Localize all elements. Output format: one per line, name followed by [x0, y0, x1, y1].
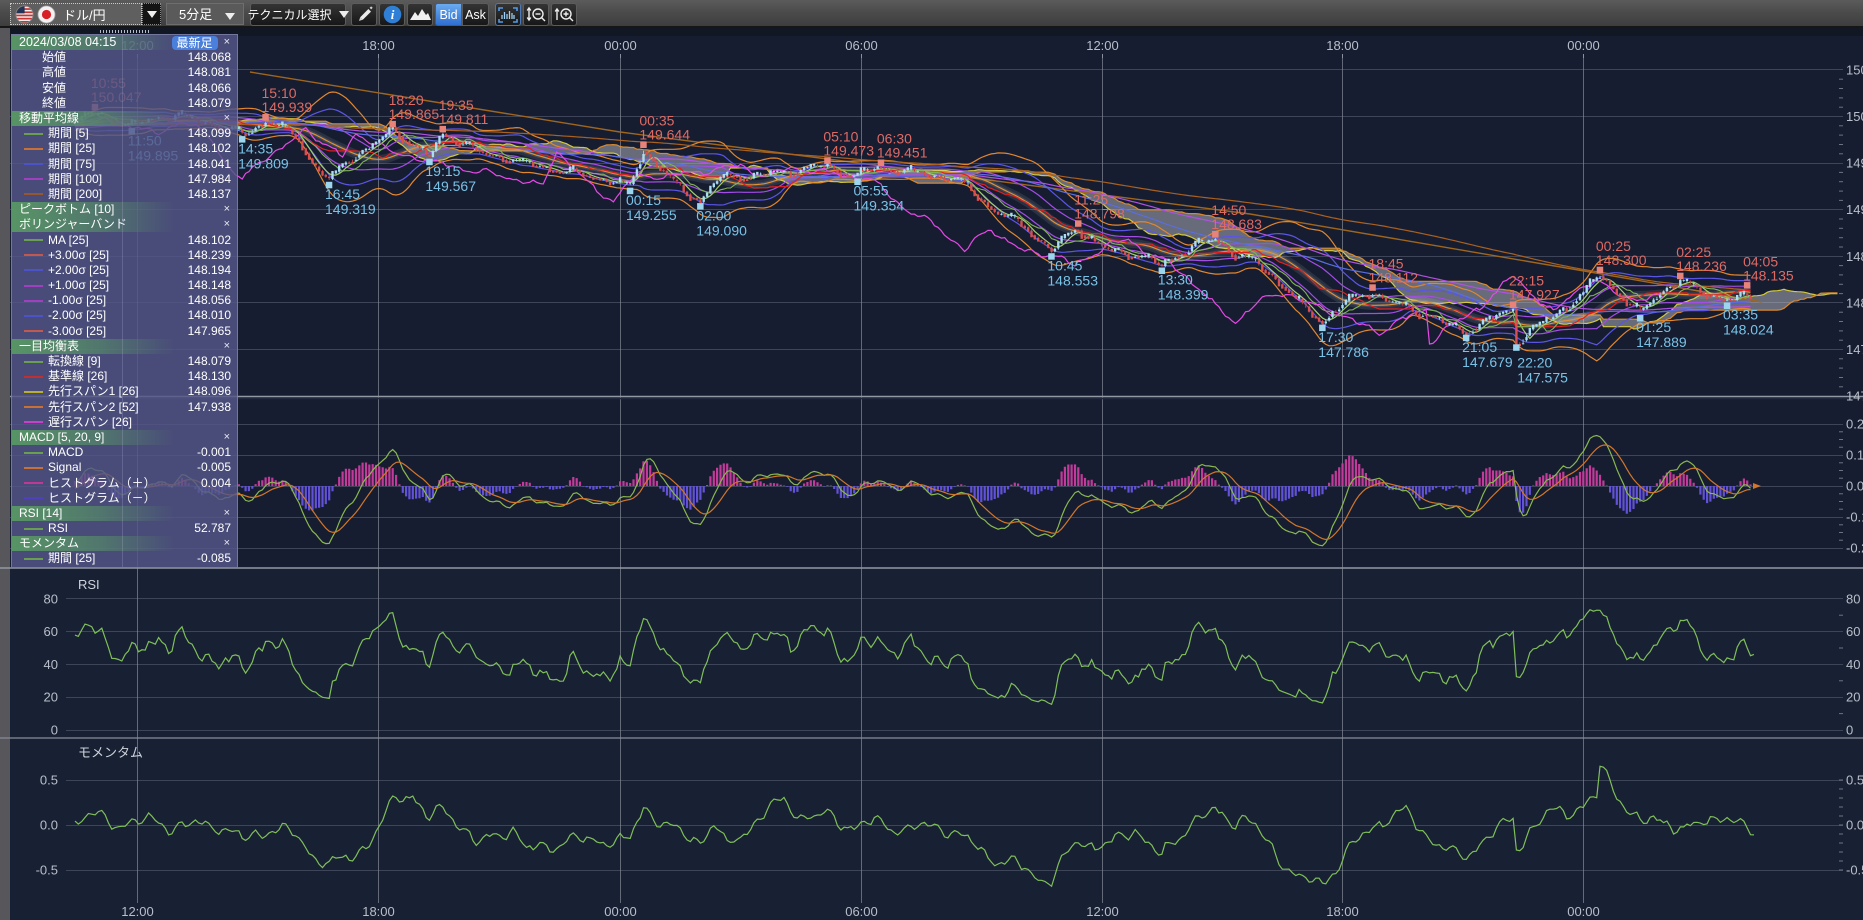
svg-text:149.255: 149.255 [626, 207, 677, 223]
svg-text:18:00: 18:00 [362, 904, 395, 919]
svg-text:0: 0 [51, 723, 58, 738]
svg-text:06:00: 06:00 [845, 38, 878, 53]
svg-text:00:00: 00:00 [604, 904, 637, 919]
svg-text:60: 60 [44, 624, 58, 639]
svg-text:20: 20 [44, 690, 58, 705]
svg-text:18:00: 18:00 [362, 38, 395, 53]
svg-text:149.451: 149.451 [877, 145, 928, 161]
svg-text:02:00: 02:00 [696, 207, 731, 223]
svg-text:147.679: 147.679 [1462, 354, 1513, 370]
svg-text:148.300: 148.300 [1596, 252, 1647, 268]
svg-text:148.798: 148.798 [1074, 206, 1125, 222]
svg-text:03:35: 03:35 [1723, 307, 1758, 323]
svg-text:18:00: 18:00 [1326, 904, 1359, 919]
svg-text:149.865: 149.865 [389, 106, 440, 122]
svg-text:150.5: 150.5 [1846, 62, 1863, 77]
svg-text:19:15: 19:15 [425, 163, 460, 179]
svg-text:-0.2: -0.2 [1846, 541, 1863, 556]
svg-text:0.1: 0.1 [1846, 448, 1863, 463]
svg-text:149.809: 149.809 [238, 155, 289, 171]
svg-text:00:15: 00:15 [626, 192, 661, 208]
svg-text:0.5: 0.5 [40, 773, 58, 788]
svg-text:148.5: 148.5 [1846, 249, 1863, 264]
svg-text:149.319: 149.319 [325, 201, 376, 217]
svg-text:01:25: 01:25 [1636, 319, 1671, 335]
svg-text:0.5: 0.5 [1846, 773, 1863, 788]
svg-text:06:00: 06:00 [845, 904, 878, 919]
svg-text:148.135: 148.135 [1743, 267, 1794, 283]
svg-text:80: 80 [44, 591, 58, 606]
svg-text:21:05: 21:05 [1462, 339, 1497, 355]
svg-text:149.090: 149.090 [696, 222, 747, 238]
svg-text:20: 20 [1846, 690, 1860, 705]
svg-text:-0.5: -0.5 [1846, 863, 1863, 878]
svg-text:149.939: 149.939 [262, 99, 313, 115]
svg-text:16:45: 16:45 [325, 186, 360, 202]
svg-text:149.644: 149.644 [639, 127, 690, 143]
svg-text:10:45: 10:45 [1047, 257, 1082, 273]
svg-text:12:00: 12:00 [1086, 38, 1119, 53]
svg-text:13:30: 13:30 [1158, 272, 1193, 288]
svg-text:147.0: 147.0 [1846, 389, 1863, 404]
svg-text:17:30: 17:30 [1318, 329, 1353, 345]
svg-text:00:00: 00:00 [1567, 38, 1600, 53]
svg-text:18:00: 18:00 [1326, 38, 1359, 53]
svg-text:149.354: 149.354 [854, 198, 905, 214]
svg-text:0.2: 0.2 [1846, 417, 1863, 432]
svg-text:-0.1: -0.1 [1846, 510, 1863, 525]
svg-text:80: 80 [1846, 591, 1860, 606]
svg-text:148.236: 148.236 [1676, 258, 1727, 274]
svg-text:05:55: 05:55 [854, 183, 889, 199]
svg-text:147.927: 147.927 [1509, 287, 1560, 303]
svg-text:00:00: 00:00 [1567, 904, 1600, 919]
svg-text:150.0: 150.0 [1846, 109, 1863, 124]
svg-text:-0.5: -0.5 [36, 863, 58, 878]
svg-text:12:00: 12:00 [121, 904, 154, 919]
svg-text:148.112: 148.112 [1369, 270, 1419, 286]
svg-text:00:00: 00:00 [604, 38, 637, 53]
svg-text:i: i [390, 7, 394, 22]
svg-text:0.0: 0.0 [40, 818, 58, 833]
svg-text:149.567: 149.567 [425, 178, 476, 194]
svg-text:14:35: 14:35 [238, 140, 273, 156]
svg-text:147.5: 147.5 [1846, 342, 1863, 357]
svg-text:0.0: 0.0 [1846, 479, 1863, 494]
svg-text:148.0: 148.0 [1846, 295, 1863, 310]
svg-text:148.399: 148.399 [1158, 287, 1209, 303]
svg-text:22:20: 22:20 [1517, 355, 1552, 371]
svg-text:147.889: 147.889 [1636, 334, 1687, 350]
svg-text:12:00: 12:00 [1086, 904, 1119, 919]
svg-text:149.811: 149.811 [439, 111, 489, 127]
svg-text:40: 40 [44, 657, 58, 672]
svg-text:149.0: 149.0 [1846, 202, 1863, 217]
svg-text:0: 0 [1846, 723, 1853, 738]
svg-text:60: 60 [1846, 624, 1860, 639]
svg-text:147.786: 147.786 [1318, 344, 1369, 360]
svg-text:148.553: 148.553 [1047, 272, 1098, 288]
svg-text:0.0: 0.0 [1846, 818, 1863, 833]
svg-text:149.5: 149.5 [1846, 156, 1863, 171]
svg-text:148.024: 148.024 [1723, 322, 1774, 338]
svg-text:40: 40 [1846, 657, 1860, 672]
svg-text:147.575: 147.575 [1517, 370, 1568, 386]
svg-text:モメンタム: モメンタム [78, 745, 143, 760]
svg-text:148.683: 148.683 [1211, 216, 1262, 232]
svg-text:RSI: RSI [78, 577, 100, 592]
svg-text:149.473: 149.473 [823, 143, 874, 159]
